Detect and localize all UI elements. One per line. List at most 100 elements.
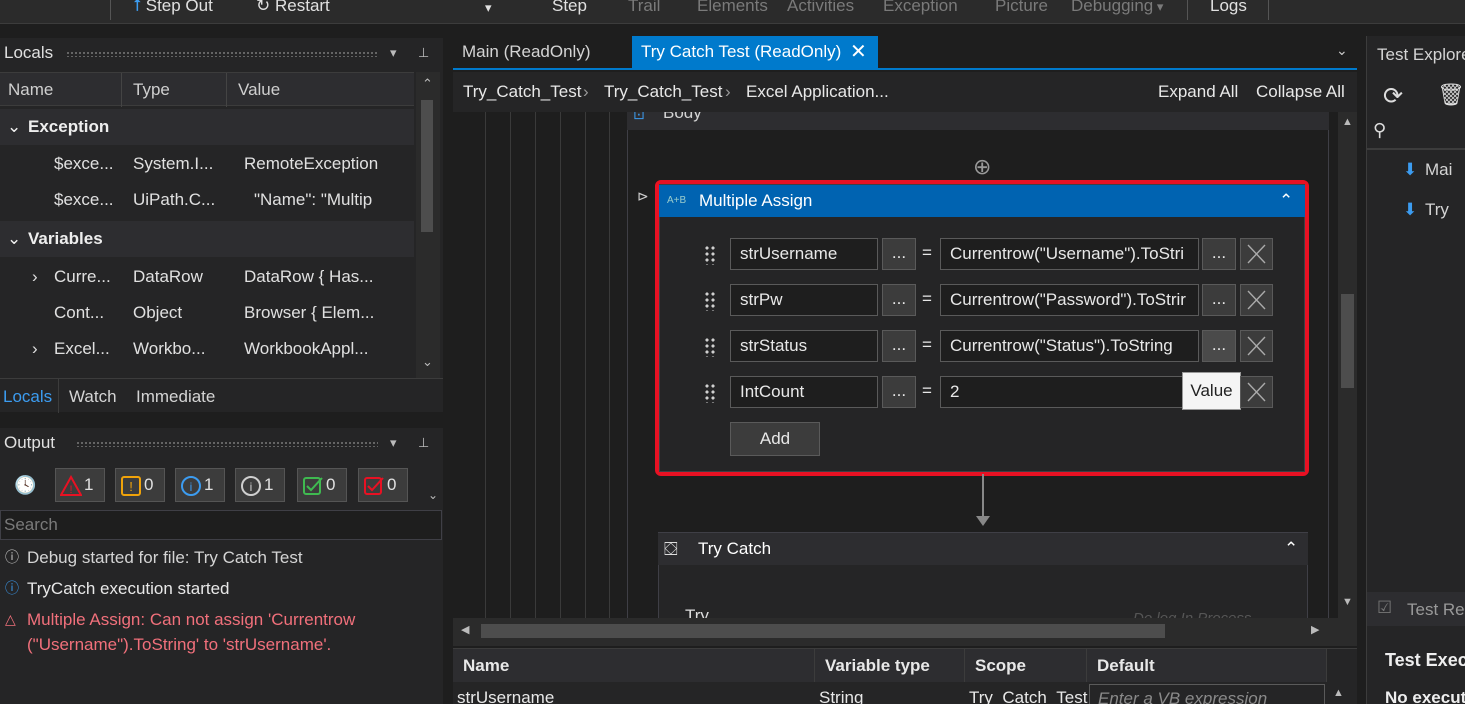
test-item[interactable]: Try: [1425, 200, 1449, 220]
chevron-down-icon[interactable]: ⌄: [1336, 42, 1348, 59]
assign-value-field[interactable]: Currentrow("Password").ToStrir: [940, 284, 1199, 316]
ellipsis-button[interactable]: ...: [1202, 238, 1236, 270]
arrow-down-icon[interactable]: ▼: [1342, 596, 1353, 608]
arrow-up-icon[interactable]: ▲: [1342, 116, 1353, 128]
column-variable-type[interactable]: Variable type: [815, 649, 965, 682]
picture-button[interactable]: Picture: [995, 0, 1048, 16]
assign-to-field[interactable]: strPw: [730, 284, 878, 316]
breadcrumb-item[interactable]: Try_Catch_Test: [463, 82, 581, 102]
close-icon[interactable]: ✕: [850, 36, 867, 68]
output-search-input[interactable]: Search: [0, 510, 442, 540]
search-icon[interactable]: ⚲: [1373, 120, 1386, 141]
variable-scope-cell[interactable]: Try_Catch_Test: [967, 684, 1087, 704]
test-item[interactable]: Mai: [1425, 160, 1452, 180]
remove-row-button[interactable]: [1240, 330, 1273, 362]
chevron-down-icon[interactable]: ⌄: [422, 354, 433, 370]
collapse-all-button[interactable]: Collapse All: [1256, 82, 1345, 102]
variable-default-input[interactable]: Enter a VB expression: [1089, 684, 1325, 704]
column-name[interactable]: Name: [8, 80, 53, 100]
activities-button[interactable]: Activities: [787, 0, 854, 16]
assign-value-field[interactable]: Currentrow("Status").ToString: [940, 330, 1199, 362]
panel-grip[interactable]: [66, 51, 378, 57]
column-scope[interactable]: Scope: [965, 649, 1087, 682]
group-exception[interactable]: ⌄ Exception: [0, 109, 414, 145]
variable-name-cell[interactable]: strUsername: [455, 684, 554, 704]
collapse-icon[interactable]: ⌃: [1284, 533, 1298, 565]
ellipsis-button[interactable]: ...: [882, 238, 916, 270]
chevron-right-icon[interactable]: ›: [32, 331, 38, 367]
chevron-down-icon[interactable]: ▾: [485, 0, 492, 16]
tab-watch[interactable]: Watch: [69, 387, 117, 407]
drag-handle-icon[interactable]: [704, 291, 716, 311]
remove-row-button[interactable]: [1240, 238, 1273, 270]
canvas-horizontal-scrollbar[interactable]: ◀ ▶: [453, 618, 1357, 646]
filter-warnings-button[interactable]: ! 0: [115, 468, 165, 502]
drag-handle-icon[interactable]: [704, 337, 716, 357]
canvas-vertical-scrollbar[interactable]: ▲ ▼: [1338, 112, 1357, 618]
trash-icon[interactable]: 🗑: [1437, 82, 1465, 108]
ellipsis-button[interactable]: ...: [882, 284, 916, 316]
filter-trace-button[interactable]: i1: [235, 468, 285, 502]
group-variables[interactable]: ⌄ Variables: [0, 221, 414, 257]
collapse-icon[interactable]: ⌃: [1279, 185, 1293, 217]
assign-to-field[interactable]: strUsername: [730, 238, 878, 270]
arrow-right-icon[interactable]: ▶: [1311, 623, 1319, 636]
filter-failure-button[interactable]: 0: [358, 468, 408, 502]
column-value[interactable]: Value: [238, 80, 280, 100]
locals-row[interactable]: $exce... UiPath.C... "Name": "Multip: [0, 182, 414, 218]
clock-icon[interactable]: 🕓: [14, 475, 36, 496]
arrow-left-icon[interactable]: ◀: [461, 623, 469, 636]
body-header[interactable]: ⊡ Body ⌃: [627, 112, 1329, 130]
locals-scrollbar[interactable]: ⌃ ⌄: [416, 72, 440, 378]
test-results-header[interactable]: ☑ Test Res: [1367, 592, 1465, 626]
add-row-button[interactable]: Add: [730, 422, 820, 456]
chevron-up-icon[interactable]: ⌃: [422, 76, 433, 92]
remove-row-button[interactable]: [1240, 376, 1273, 408]
restart-button[interactable]: ↻ Restart: [256, 0, 330, 16]
assign-value-field[interactable]: Currentrow("Username").ToStri: [940, 238, 1199, 270]
chevron-down-icon[interactable]: ▾: [390, 428, 397, 458]
remove-row-button[interactable]: [1240, 284, 1273, 316]
scrollbar-thumb[interactable]: [421, 100, 433, 232]
ellipsis-button[interactable]: ...: [1202, 330, 1236, 362]
scrollbar-thumb[interactable]: [481, 624, 1165, 638]
log-entry[interactable]: ⓘ Debug started for file: Try Catch Test: [5, 545, 435, 570]
drag-handle-icon[interactable]: [704, 245, 716, 265]
chevron-down-icon[interactable]: ▾: [390, 38, 397, 68]
pin-icon[interactable]: ⊥: [418, 428, 429, 458]
tab-immediate[interactable]: Immediate: [136, 387, 215, 407]
assign-to-field[interactable]: IntCount: [730, 376, 878, 408]
log-entry[interactable]: ⓘ TryCatch execution started: [5, 576, 435, 601]
log-entry[interactable]: △ Multiple Assign: Can not assign 'Curre…: [5, 607, 435, 659]
collapse-icon[interactable]: ⌃: [1313, 112, 1327, 124]
drag-handle-icon[interactable]: [704, 383, 716, 403]
add-activity-icon[interactable]: ⊕: [973, 154, 991, 180]
step-out-button[interactable]: ⭡ Step Out: [133, 0, 213, 16]
scrollbar-thumb[interactable]: [1341, 294, 1354, 388]
assign-value-field[interactable]: 2: [940, 376, 1199, 408]
tab-try-catch-test[interactable]: Try Catch Test (ReadOnly) ✕: [632, 36, 878, 68]
chevron-right-icon[interactable]: ›: [32, 259, 38, 295]
column-type[interactable]: Type: [133, 80, 170, 100]
tab-locals[interactable]: Locals: [3, 387, 52, 407]
filter-errors-button[interactable]: ! 1: [55, 468, 105, 502]
locals-row[interactable]: › Excel... Workbo... WorkbookAppl...: [0, 331, 414, 367]
ellipsis-button[interactable]: ...: [882, 376, 916, 408]
multiple-assign-header[interactable]: A+B Multiple Assign ⌃: [659, 185, 1305, 217]
pin-icon[interactable]: ⊥: [418, 38, 429, 68]
tab-main[interactable]: Main (ReadOnly): [453, 36, 631, 68]
arrow-up-icon[interactable]: ▲: [1333, 687, 1344, 699]
chevron-down-icon[interactable]: ⌄: [428, 488, 438, 502]
trail-button[interactable]: Trail: [628, 0, 660, 16]
locals-row[interactable]: $exce... System.I... RemoteException: [0, 146, 414, 182]
ellipsis-button[interactable]: ...: [1202, 284, 1236, 316]
variable-type-cell[interactable]: String: [817, 684, 863, 704]
column-name[interactable]: Name: [453, 649, 815, 682]
expand-all-button[interactable]: Expand All: [1158, 82, 1238, 102]
elements-button[interactable]: Elements: [697, 0, 768, 16]
workflow-canvas[interactable]: ⊡ Body ⌃ ⊕ ⊳ A+B Multiple Assign ⌃ strUs…: [453, 112, 1338, 618]
locals-row[interactable]: Cont... Object Browser { Elem...: [0, 295, 414, 331]
ellipsis-button[interactable]: ...: [882, 330, 916, 362]
assign-to-field[interactable]: strStatus: [730, 330, 878, 362]
filter-success-button[interactable]: 0: [297, 468, 347, 502]
